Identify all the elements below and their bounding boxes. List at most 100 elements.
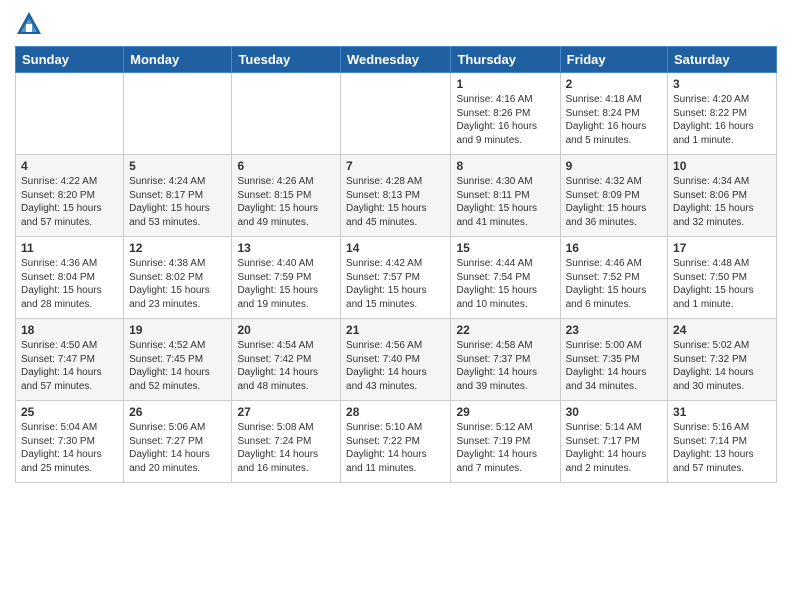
day-cell: 13 Sunrise: 4:40 AM Sunset: 7:59 PM Dayli… [232,237,341,319]
day-cell: 11Sunrise: 4:36 AM Sunset: 8:04 PM Dayli… [16,237,124,319]
day-info: Sunrise: 4:54 AM Sunset: 7:42 PM Dayligh… [237,339,335,393]
day-number: 31 [673,405,771,419]
day-info: Sunrise: 4:24 AM Sunset: 8:17 PM Dayligh… [129,175,226,229]
day-header-wednesday: Wednesday [341,47,451,73]
day-info: Sunrise: 4:56 AM Sunset: 7:40 PM Dayligh… [346,339,445,393]
day-number: 2 [566,77,662,91]
day-cell: 18 Sunrise: 4:50 AM Sunset: 7:47 PM Dayli… [16,319,124,401]
day-cell: 10 Sunrise: 4:34 AM Sunset: 8:06 PM Dayli… [668,155,777,237]
day-number: 14 [346,241,445,255]
day-cell: 27Sunrise: 5:08 AM Sunset: 7:24 PM Dayli… [232,401,341,483]
day-number: 8 [456,159,554,173]
day-number: 15 [456,241,554,255]
day-cell: 26 Sunrise: 5:06 AM Sunset: 7:27 PM Dayli… [124,401,232,483]
day-number: 9 [566,159,662,173]
day-info: Sunrise: 4:26 AM Sunset: 8:15 PM Dayligh… [237,175,335,229]
day-number: 24 [673,323,771,337]
day-number: 29 [456,405,554,419]
day-cell: 24 Sunrise: 5:02 AM Sunset: 7:32 PM Dayli… [668,319,777,401]
day-cell: 22 Sunrise: 4:58 AM Sunset: 7:37 PM Dayli… [451,319,560,401]
page: SundayMondayTuesdayWednesdayThursdayFrid… [0,0,792,612]
week-row-4: 18 Sunrise: 4:50 AM Sunset: 7:47 PM Dayli… [16,319,777,401]
day-number: 4 [21,159,118,173]
week-row-1: 1 Sunrise: 4:16 AM Sunset: 8:26 PM Daylig… [16,73,777,155]
day-info: Sunrise: 5:02 AM Sunset: 7:32 PM Dayligh… [673,339,771,393]
day-info: Sunrise: 4:50 AM Sunset: 7:47 PM Dayligh… [21,339,118,393]
day-info: Sunrise: 4:52 AM Sunset: 7:45 PM Dayligh… [129,339,226,393]
day-number: 28 [346,405,445,419]
day-info: Sunrise: 4:38 AM Sunset: 8:02 PM Dayligh… [129,257,226,311]
day-header-saturday: Saturday [668,47,777,73]
day-info: Sunrise: 4:44 AM Sunset: 7:54 PM Dayligh… [456,257,554,311]
day-header-tuesday: Tuesday [232,47,341,73]
day-cell: 8 Sunrise: 4:30 AM Sunset: 8:11 PM Daylig… [451,155,560,237]
day-cell: 1 Sunrise: 4:16 AM Sunset: 8:26 PM Daylig… [451,73,560,155]
logo [15,10,47,38]
day-number: 19 [129,323,226,337]
day-number: 22 [456,323,554,337]
day-number: 21 [346,323,445,337]
day-info: Sunrise: 5:12 AM Sunset: 7:19 PM Dayligh… [456,421,554,475]
day-number: 23 [566,323,662,337]
day-number: 6 [237,159,335,173]
day-number: 1 [456,77,554,91]
day-info: Sunrise: 4:46 AM Sunset: 7:52 PM Dayligh… [566,257,662,311]
header [15,10,777,38]
day-cell [341,73,451,155]
day-cell: 12Sunrise: 4:38 AM Sunset: 8:02 PM Dayli… [124,237,232,319]
day-number: 20 [237,323,335,337]
day-header-sunday: Sunday [16,47,124,73]
day-cell: 30Sunrise: 5:14 AM Sunset: 7:17 PM Dayli… [560,401,667,483]
day-info: Sunrise: 4:30 AM Sunset: 8:11 PM Dayligh… [456,175,554,229]
day-number: 26 [129,405,226,419]
day-number: 13 [237,241,335,255]
day-cell: 6 Sunrise: 4:26 AM Sunset: 8:15 PM Daylig… [232,155,341,237]
day-cell [16,73,124,155]
day-info: Sunrise: 4:40 AM Sunset: 7:59 PM Dayligh… [237,257,335,311]
day-cell: 25 Sunrise: 5:04 AM Sunset: 7:30 PM Dayli… [16,401,124,483]
day-info: Sunrise: 5:04 AM Sunset: 7:30 PM Dayligh… [21,421,118,475]
day-number: 30 [566,405,662,419]
day-cell: 31Sunrise: 5:16 AM Sunset: 7:14 PM Dayli… [668,401,777,483]
day-header-friday: Friday [560,47,667,73]
day-cell: 15 Sunrise: 4:44 AM Sunset: 7:54 PM Dayli… [451,237,560,319]
day-cell: 3Sunrise: 4:20 AM Sunset: 8:22 PM Daylig… [668,73,777,155]
day-info: Sunrise: 4:32 AM Sunset: 8:09 PM Dayligh… [566,175,662,229]
day-cell: 23 Sunrise: 5:00 AM Sunset: 7:35 PM Dayli… [560,319,667,401]
day-cell: 9 Sunrise: 4:32 AM Sunset: 8:09 PM Daylig… [560,155,667,237]
day-info: Sunrise: 4:22 AM Sunset: 8:20 PM Dayligh… [21,175,118,229]
day-header-thursday: Thursday [451,47,560,73]
day-header-monday: Monday [124,47,232,73]
day-cell [124,73,232,155]
day-info: Sunrise: 4:48 AM Sunset: 7:50 PM Dayligh… [673,257,771,311]
day-info: Sunrise: 4:18 AM Sunset: 8:24 PM Dayligh… [566,93,662,147]
day-info: Sunrise: 4:28 AM Sunset: 8:13 PM Dayligh… [346,175,445,229]
day-number: 11 [21,241,118,255]
day-info: Sunrise: 4:20 AM Sunset: 8:22 PM Dayligh… [673,93,771,147]
day-info: Sunrise: 5:00 AM Sunset: 7:35 PM Dayligh… [566,339,662,393]
day-cell: 14 Sunrise: 4:42 AM Sunset: 7:57 PM Dayli… [341,237,451,319]
day-info: Sunrise: 4:42 AM Sunset: 7:57 PM Dayligh… [346,257,445,311]
days-header-row: SundayMondayTuesdayWednesdayThursdayFrid… [16,47,777,73]
day-cell: 17Sunrise: 4:48 AM Sunset: 7:50 PM Dayli… [668,237,777,319]
day-number: 16 [566,241,662,255]
day-cell: 20 Sunrise: 4:54 AM Sunset: 7:42 PM Dayli… [232,319,341,401]
day-cell: 4 Sunrise: 4:22 AM Sunset: 8:20 PM Daylig… [16,155,124,237]
day-info: Sunrise: 5:06 AM Sunset: 7:27 PM Dayligh… [129,421,226,475]
week-row-3: 11Sunrise: 4:36 AM Sunset: 8:04 PM Dayli… [16,237,777,319]
day-number: 10 [673,159,771,173]
day-cell: 7 Sunrise: 4:28 AM Sunset: 8:13 PM Daylig… [341,155,451,237]
day-info: Sunrise: 4:16 AM Sunset: 8:26 PM Dayligh… [456,93,554,147]
day-cell: 16 Sunrise: 4:46 AM Sunset: 7:52 PM Dayli… [560,237,667,319]
day-cell [232,73,341,155]
day-info: Sunrise: 4:34 AM Sunset: 8:06 PM Dayligh… [673,175,771,229]
day-info: Sunrise: 4:58 AM Sunset: 7:37 PM Dayligh… [456,339,554,393]
day-number: 7 [346,159,445,173]
day-info: Sunrise: 5:08 AM Sunset: 7:24 PM Dayligh… [237,421,335,475]
day-number: 25 [21,405,118,419]
week-row-2: 4 Sunrise: 4:22 AM Sunset: 8:20 PM Daylig… [16,155,777,237]
logo-icon [15,10,43,38]
day-cell: 28Sunrise: 5:10 AM Sunset: 7:22 PM Dayli… [341,401,451,483]
day-number: 18 [21,323,118,337]
day-cell: 5Sunrise: 4:24 AM Sunset: 8:17 PM Daylig… [124,155,232,237]
